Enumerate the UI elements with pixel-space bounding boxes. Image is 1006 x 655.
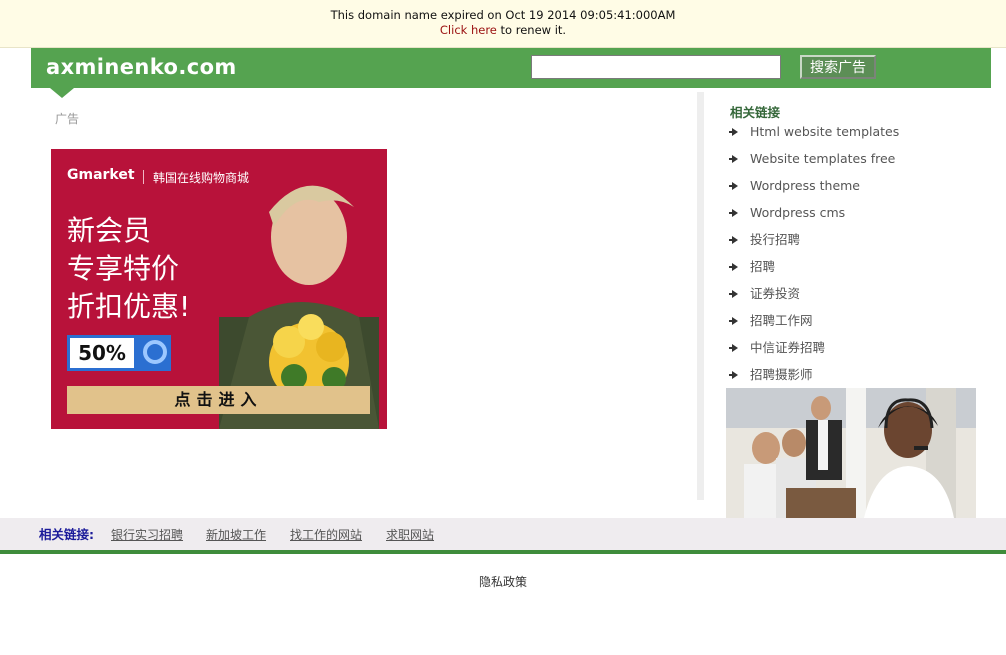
related-link[interactable]: 招聘 [729,256,899,283]
related-link[interactable]: Wordpress theme [729,175,899,202]
banner-separator [143,170,144,184]
arrow-right-icon [729,317,738,325]
banner-slogan-1: 新会员 [67,214,152,247]
related-link[interactable]: 招聘摄影师 [729,364,899,391]
bottom-link[interactable]: 求职网站 [386,526,434,543]
bottom-related-bar: 相关链接: 银行实习招聘 新加坡工作 找工作的网站 求职网站 [0,518,1006,550]
sidebar-divider [697,92,704,500]
expiry-notice-text: This domain name expired on Oct 19 2014 … [330,8,676,22]
privacy-policy-link[interactable]: 隐私政策 [479,575,527,589]
renew-link[interactable]: Click here [440,23,497,37]
related-link[interactable]: Wordpress cms [729,202,899,229]
site-header: axminenko.com 搜索广告 [31,48,991,98]
gmarket-banner-ad[interactable]: Gmarket 韩国在线购物商城 新会员 专享特价 折扣优惠! 50% 点击进入 [51,149,387,429]
arrow-right-icon [729,236,738,244]
arrow-right-icon [729,371,738,379]
related-link[interactable]: 招聘工作网 [729,310,899,337]
related-link[interactable]: Html website templates [729,121,899,148]
bottom-link[interactable]: 银行实习招聘 [111,526,183,543]
call-center-photo [726,388,976,518]
related-links-list: Html website templates Website templates… [729,121,899,391]
arrow-right-icon [729,209,738,217]
related-links-title: 相关链接 [730,105,781,120]
arrow-right-icon [729,263,738,271]
bottom-link[interactable]: 新加坡工作 [206,526,266,543]
banner-discount-icon [143,340,167,364]
arrow-right-icon [729,128,738,136]
banner-discount-badge: 50% [67,335,171,371]
arrow-right-icon [729,182,738,190]
bottom-link[interactable]: 找工作的网站 [290,526,362,543]
banner-cta-button[interactable]: 点击进入 [67,386,370,414]
expiry-notice-bar: This domain name expired on Oct 19 2014 … [0,0,1006,48]
arrow-right-icon [729,290,738,298]
renew-line: Click here to renew it. [0,23,1006,37]
arrow-right-icon [729,155,738,163]
footer-divider [0,550,1006,554]
related-link[interactable]: 中信证券招聘 [729,337,899,364]
search-input[interactable] [531,55,781,79]
arrow-right-icon [729,344,738,352]
footer: 隐私政策 [0,573,1006,590]
banner-brand: Gmarket [67,167,135,183]
site-logo[interactable]: axminenko.com [46,55,237,79]
bottom-related-label: 相关链接: [39,527,94,542]
banner-slogan-3: 折扣优惠! [67,290,191,323]
header-pointer [50,88,74,98]
related-link[interactable]: 证券投资 [729,283,899,310]
banner-slogan-2: 专享特价 [67,252,180,285]
related-link[interactable]: Website templates free [729,148,899,175]
banner-discount-value: 50% [70,338,134,368]
renew-text: to renew it. [496,23,567,37]
ad-label: 广告 [55,112,80,126]
search-ads-button[interactable]: 搜索广告 [800,55,876,79]
related-link[interactable]: 投行招聘 [729,229,899,256]
